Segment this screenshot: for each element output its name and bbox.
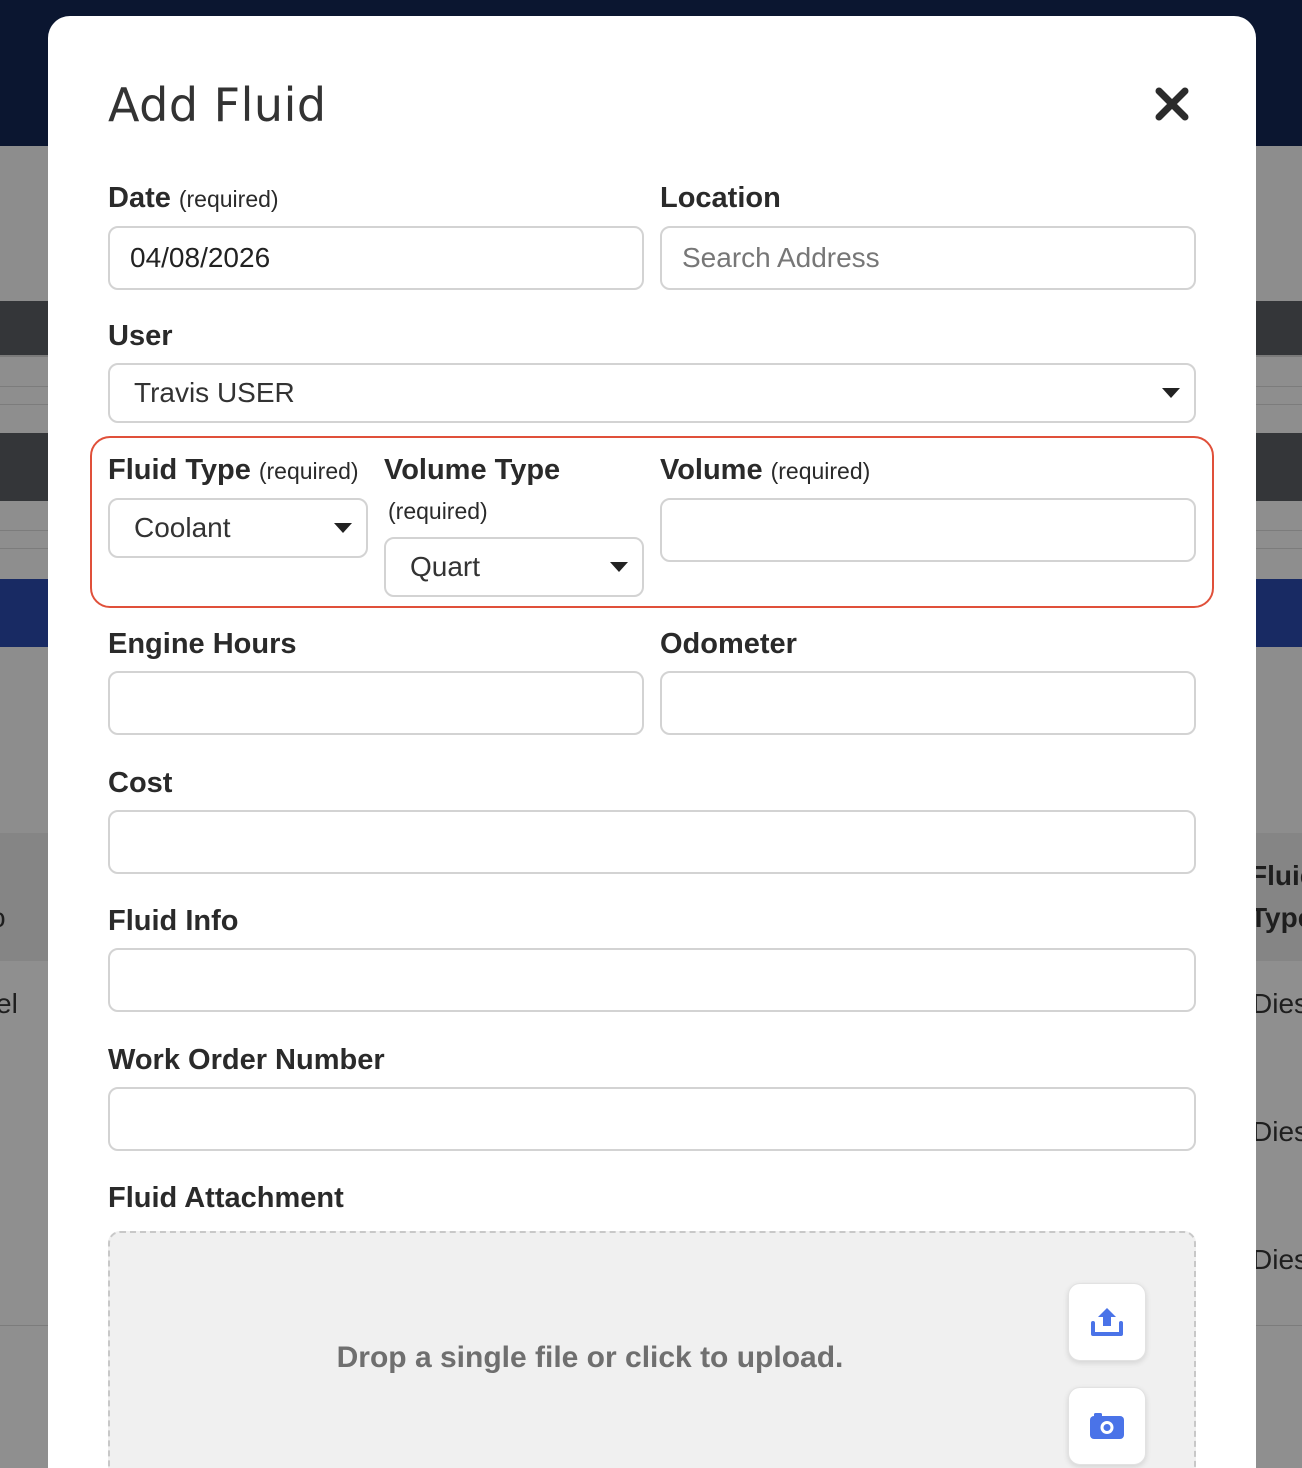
location-label: Location [660, 182, 781, 214]
engine-hours-input[interactable] [108, 671, 644, 735]
background-right-column: Fluic Type Dies Dies Dies [1256, 0, 1302, 1468]
odometer-label: Odometer [660, 628, 797, 660]
date-label: Date (required) [108, 182, 279, 215]
volume-type-label: Volume Type [384, 454, 561, 486]
required-hint: (required) [770, 458, 871, 484]
user-label: User [108, 320, 173, 352]
fluid-type-label: Fluid Type (required) [108, 454, 359, 487]
background-cell: Dies [1256, 988, 1302, 1019]
close-icon [1155, 87, 1189, 121]
engine-hours-label: Engine Hours [108, 628, 297, 660]
required-hint: (required) [258, 458, 359, 484]
upload-icon [1091, 1308, 1123, 1336]
background-cell: el [0, 988, 18, 1019]
volume-type-select[interactable]: Quart [384, 537, 644, 597]
fluid-type-label-text: Fluid Type [108, 454, 251, 486]
work-order-number-input[interactable] [108, 1087, 1196, 1151]
volume-type-select-value: Quart [410, 551, 481, 582]
fluid-type-select-value: Coolant [134, 512, 231, 543]
camera-icon [1090, 1413, 1124, 1439]
background-cell: Dies [1256, 1116, 1302, 1147]
chevron-down-icon [610, 562, 628, 572]
background-column-header: Type [1256, 902, 1302, 933]
cost-input[interactable] [108, 810, 1196, 874]
work-order-number-label: Work Order Number [108, 1044, 385, 1076]
user-select[interactable]: Travis USER [108, 363, 1196, 423]
background-cell: o [0, 902, 6, 934]
dropzone-text: Drop a single file or click to upload. [336, 1341, 844, 1374]
chevron-down-icon [1162, 388, 1180, 398]
background-column-header: Fluic [1256, 860, 1302, 891]
required-hint: (required) [178, 186, 279, 212]
add-fluid-modal: Add Fluid Date (required) Location User T… [48, 16, 1256, 1468]
camera-button[interactable] [1068, 1387, 1146, 1465]
user-select-value: Travis USER [134, 377, 295, 408]
volume-label-text: Volume [660, 454, 763, 486]
upload-button[interactable] [1068, 1283, 1146, 1361]
date-input[interactable] [108, 226, 644, 290]
odometer-input[interactable] [660, 671, 1196, 735]
volume-input[interactable] [660, 498, 1196, 562]
modal-title: Add Fluid [108, 78, 327, 132]
file-dropzone[interactable]: Drop a single file or click to upload. [108, 1231, 1196, 1468]
location-search-input[interactable] [660, 226, 1196, 290]
cost-label: Cost [108, 767, 173, 799]
close-button[interactable] [1152, 84, 1192, 124]
chevron-down-icon [334, 523, 352, 533]
required-hint: (required) [388, 498, 488, 524]
background-left-column: o el [0, 0, 48, 1468]
fluid-type-select[interactable]: Coolant [108, 498, 368, 558]
background-cell: Dies [1256, 1244, 1302, 1275]
volume-label: Volume (required) [660, 454, 870, 487]
fluid-info-input[interactable] [108, 948, 1196, 1012]
fluid-attachment-label: Fluid Attachment [108, 1182, 344, 1214]
date-label-text: Date [108, 182, 171, 214]
fluid-info-label: Fluid Info [108, 905, 239, 937]
